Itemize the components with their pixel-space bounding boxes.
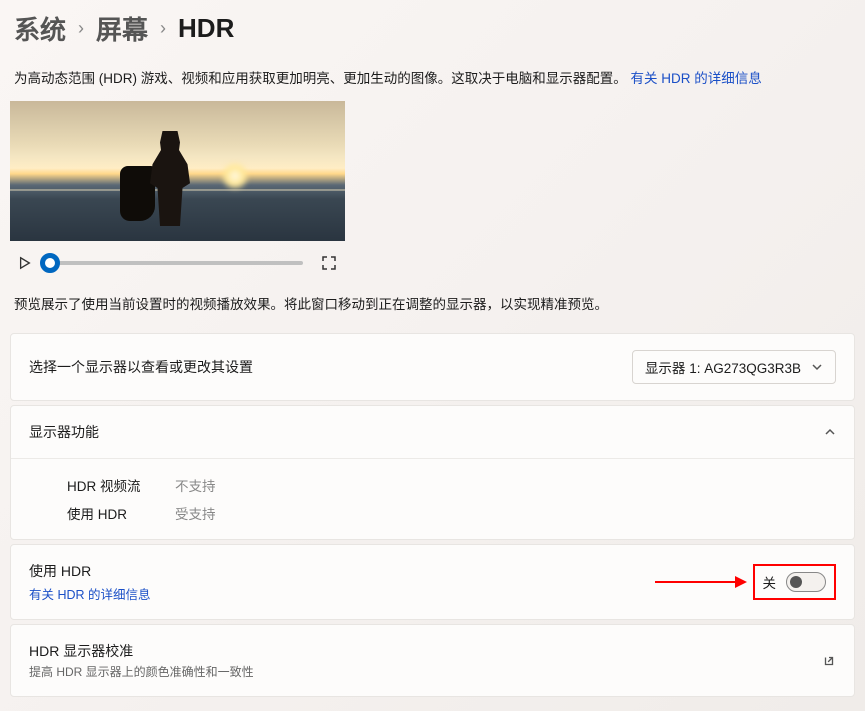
chevron-right-icon: ›: [78, 18, 84, 39]
chevron-up-icon: [824, 426, 836, 438]
breadcrumb: 系统 › 屏幕 › HDR: [10, 10, 855, 47]
capabilities-list: HDR 视频流 不支持 使用 HDR 受支持: [11, 458, 854, 539]
calibration-subtitle: 提高 HDR 显示器上的颜色准确性和一致性: [29, 663, 254, 680]
annotation-highlight: 关: [753, 564, 837, 600]
capability-value: 受支持: [175, 503, 216, 523]
slider-thumb[interactable]: [40, 253, 60, 273]
progress-slider[interactable]: [50, 261, 303, 265]
capability-label: HDR 视频流: [67, 475, 147, 495]
display-selector-card: 选择一个显示器以查看或更改其设置 显示器 1: AG273QG3R3B: [10, 333, 855, 401]
toggle-knob: [790, 576, 802, 588]
preview-video-thumbnail: [10, 101, 345, 241]
chevron-right-icon: ›: [160, 18, 166, 39]
capability-row: HDR 视频流 不支持: [67, 475, 836, 495]
video-controls: [10, 241, 345, 279]
breadcrumb-system[interactable]: 系统: [14, 10, 66, 47]
use-hdr-title: 使用 HDR: [29, 561, 151, 581]
calibration-title: HDR 显示器校准: [29, 641, 254, 661]
use-hdr-toggle[interactable]: [786, 572, 826, 592]
display-selector-label: 选择一个显示器以查看或更改其设置: [29, 357, 253, 377]
capabilities-card: 显示器功能 HDR 视频流 不支持 使用 HDR 受支持: [10, 405, 855, 540]
calibration-card[interactable]: HDR 显示器校准 提高 HDR 显示器上的颜色准确性和一致性: [10, 624, 855, 697]
breadcrumb-display[interactable]: 屏幕: [96, 10, 148, 47]
hdr-info-link[interactable]: 有关 HDR 的详细信息: [631, 71, 762, 86]
breadcrumb-current: HDR: [178, 13, 234, 44]
capabilities-title: 显示器功能: [29, 422, 99, 442]
play-icon[interactable]: [18, 256, 32, 270]
capabilities-header[interactable]: 显示器功能: [11, 406, 854, 458]
fullscreen-icon[interactable]: [321, 255, 337, 271]
dropdown-selected: 显示器 1: AG273QG3R3B: [645, 357, 801, 377]
preview-description: 预览展示了使用当前设置时的视频播放效果。将此窗口移动到正在调整的显示器，以实现精…: [10, 293, 855, 313]
open-external-icon[interactable]: [822, 654, 836, 668]
preview-container: [10, 101, 855, 279]
display-dropdown[interactable]: 显示器 1: AG273QG3R3B: [632, 350, 836, 384]
description-text: 为高动态范围 (HDR) 游戏、视频和应用获取更加明亮、更加生动的图像。这取决于…: [14, 71, 627, 86]
capability-label: 使用 HDR: [67, 503, 147, 523]
annotation-arrow: [655, 581, 745, 583]
toggle-state-label: 关: [763, 572, 777, 592]
page-description: 为高动态范围 (HDR) 游戏、视频和应用获取更加明亮、更加生动的图像。这取决于…: [10, 67, 855, 87]
chevron-down-icon: [811, 361, 823, 373]
use-hdr-link[interactable]: 有关 HDR 的详细信息: [29, 584, 151, 603]
use-hdr-card: 使用 HDR 有关 HDR 的详细信息 关: [10, 544, 855, 620]
capability-value: 不支持: [175, 475, 216, 495]
capability-row: 使用 HDR 受支持: [67, 503, 836, 523]
